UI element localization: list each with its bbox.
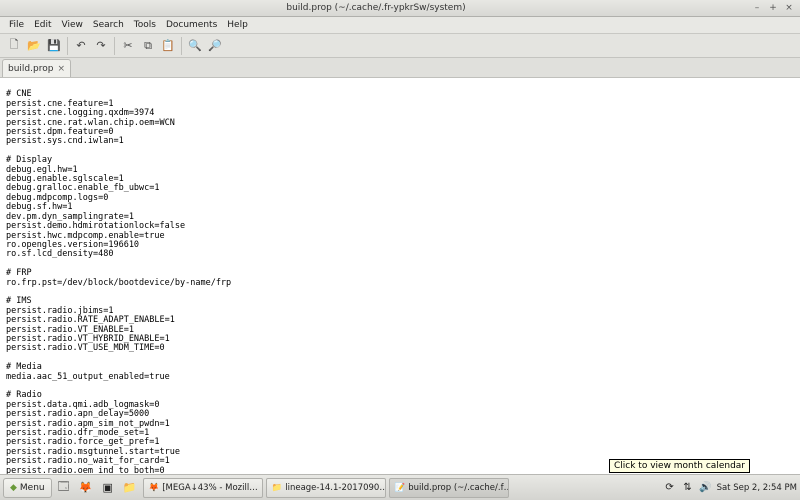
volume-tray-icon[interactable]: 🔊 [699,481,713,495]
menu-documents[interactable]: Documents [161,20,222,30]
menu-file[interactable]: File [4,20,29,30]
task-label: lineage-14.1-2017090… [285,483,385,493]
menubar: File Edit View Search Tools Documents He… [0,17,800,34]
taskbar-task[interactable]: 📝build.prop (~/.cache/.f… [389,478,509,498]
close-button[interactable]: × [782,2,796,14]
menu-help[interactable]: Help [222,20,253,30]
task-icon: 📝 [395,483,406,493]
new-file-icon[interactable]: 🗋 [5,37,23,55]
cut-icon[interactable]: ✂ [119,37,137,55]
files-launcher-icon[interactable]: 📁 [120,478,140,498]
taskbar-task[interactable]: 📁lineage-14.1-2017090… [266,478,386,498]
task-icon: 📁 [272,483,283,493]
save-file-icon[interactable]: 💾 [45,37,63,55]
minimize-button[interactable]: – [750,2,764,14]
toolbar: 🗋 📂 💾 ↶ ↷ ✂ ⧉ 📋 🔍 🔎 [0,34,800,58]
system-taskbar: ◆ Menu 🗔 🦊 ▣ 📁 🦊[MEGA↓43% - Mozill… 📁lin… [0,474,800,500]
taskbar-task[interactable]: 🦊[MEGA↓43% - Mozill… [143,478,263,498]
tab-bar: build.prop × [0,58,800,78]
editor-area[interactable]: # CNE persist.cne.feature=1 persist.cne.… [0,78,800,474]
menu-edit[interactable]: Edit [29,20,56,30]
tab-close-icon[interactable]: × [57,64,65,74]
toolbar-separator [181,37,182,55]
firefox-launcher-icon[interactable]: 🦊 [76,478,96,498]
system-tray: ⟳ ⇅ 🔊 Sat Sep 2, 2:54 PM [663,481,797,495]
menu-search[interactable]: Search [88,20,129,30]
document-tab[interactable]: build.prop × [2,59,71,77]
tab-label: build.prop [8,64,53,74]
window-title: build.prop (~/.cache/.fr-ypkrSw/system) [4,3,748,13]
task-icon: 🦊 [149,483,160,493]
find-replace-icon[interactable]: 🔎 [206,37,224,55]
menu-tools[interactable]: Tools [129,20,161,30]
copy-icon[interactable]: ⧉ [139,37,157,55]
network-tray-icon[interactable]: ⇅ [681,481,695,495]
find-icon[interactable]: 🔍 [186,37,204,55]
task-label: build.prop (~/.cache/.f… [408,483,508,493]
calendar-tooltip: Click to view month calendar [609,459,750,473]
show-desktop-icon[interactable]: 🗔 [54,478,74,498]
start-menu-label: Menu [20,483,45,493]
menu-view[interactable]: View [57,20,88,30]
undo-icon[interactable]: ↶ [72,37,90,55]
paste-icon[interactable]: 📋 [159,37,177,55]
toolbar-separator [67,37,68,55]
clock[interactable]: Sat Sep 2, 2:54 PM [717,483,797,493]
window-titlebar: build.prop (~/.cache/.fr-ypkrSw/system) … [0,0,800,17]
terminal-launcher-icon[interactable]: ▣ [98,478,118,498]
toolbar-separator [114,37,115,55]
maximize-button[interactable]: + [766,2,780,14]
task-label: [MEGA↓43% - Mozill… [162,483,258,493]
redo-icon[interactable]: ↷ [92,37,110,55]
open-file-icon[interactable]: 📂 [25,37,43,55]
update-tray-icon[interactable]: ⟳ [663,481,677,495]
menu-logo-icon: ◆ [10,483,17,493]
start-menu-button[interactable]: ◆ Menu [3,478,52,498]
